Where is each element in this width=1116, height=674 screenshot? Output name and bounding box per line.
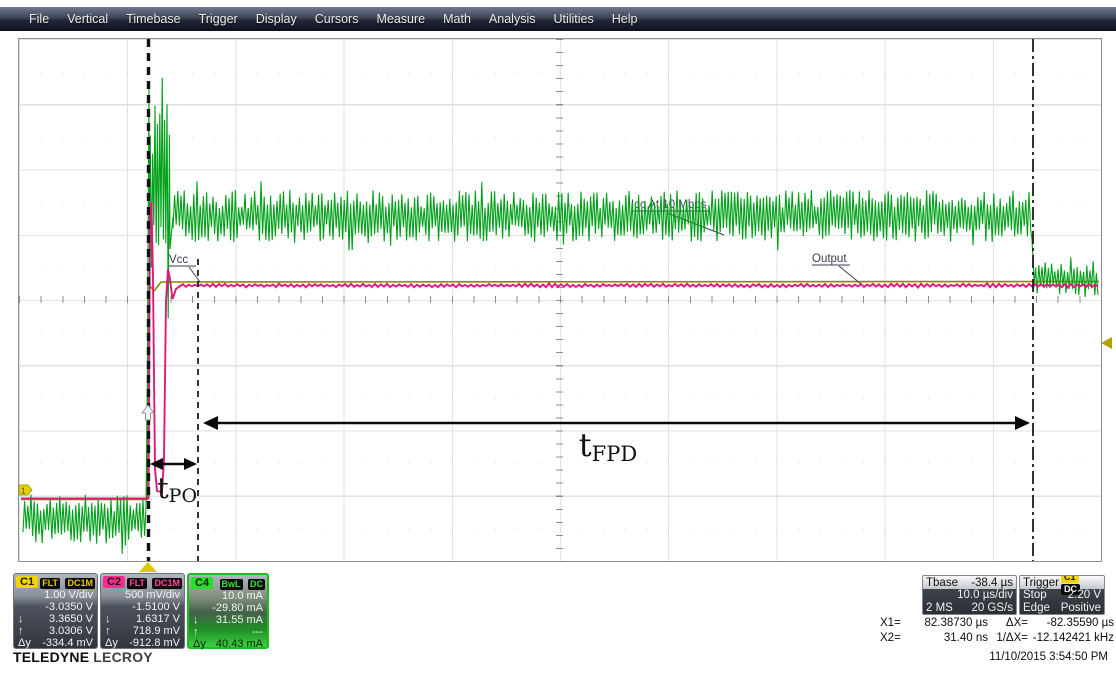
- dx-value: -82.35590 µs: [1028, 616, 1114, 631]
- channel-id-badge-c2: C2: [103, 576, 125, 588]
- x2-value: 31.40 ns: [912, 631, 988, 646]
- trigger-time-marker[interactable]: [139, 562, 157, 572]
- menu-analysis[interactable]: Analysis: [480, 12, 545, 26]
- trigger-level-marker[interactable]: [1101, 337, 1112, 349]
- tbase-scale: 10.0 µs/div: [957, 589, 1013, 602]
- menu-display[interactable]: Display: [247, 12, 306, 26]
- channel-id-badge-c4: C4: [191, 577, 213, 589]
- dx-label: ΔX=: [988, 616, 1028, 631]
- channel-descriptor-c4[interactable]: C4 BwL DC 10.0 mA -29.80 mA ↓31.55 mA ↑-…: [187, 573, 269, 649]
- coupling-badge-c2: DC1M: [152, 578, 182, 589]
- c4-delta-row: Δy40.43 mA: [191, 638, 265, 650]
- bandwidth-badge-c4: BwL: [220, 579, 243, 590]
- c2-max-row: ↓1.6317 V: [103, 613, 182, 625]
- c2-base-row: ↑718.9 mV: [103, 625, 182, 637]
- vcc-annotation-label: Vcc: [169, 254, 188, 266]
- menu-utilities[interactable]: Utilities: [544, 12, 602, 26]
- invdx-value: -12.142421 kHz: [1028, 631, 1114, 646]
- trace-output-c2: [21, 202, 1098, 499]
- channel-descriptor-c2[interactable]: C2 FLT DC1M 500 mV/div -1.5100 V ↓1.6317…: [100, 573, 185, 649]
- tpo-measurement-arrow: [150, 458, 197, 470]
- menu-vertical[interactable]: Vertical: [58, 12, 117, 26]
- trigger-descriptor[interactable]: Trigger C1 DC Stop 2.20 V Edge Positive: [1019, 575, 1105, 615]
- c4-max-row: ↓31.55 mA: [191, 614, 265, 626]
- coupling-badge-c4: DC: [248, 579, 265, 590]
- c4-base-row: ↑---: [191, 626, 265, 638]
- menu-cursors[interactable]: Cursors: [306, 12, 368, 26]
- invdx-label: 1/ΔX=: [988, 631, 1028, 646]
- x2-label: X2=: [880, 631, 912, 646]
- channel-descriptor-c1[interactable]: C1 FLT DC1M 1.00 V/div -3.0350 V ↓3.3650…: [13, 573, 98, 649]
- c2-delta-row: Δy-912.8 mV: [103, 637, 182, 649]
- menu-measure[interactable]: Measure: [367, 12, 434, 26]
- menu-file[interactable]: File: [20, 12, 58, 26]
- trace-vcc-c1: [21, 282, 1099, 500]
- c1-base-row: ↑3.0306 V: [16, 625, 95, 637]
- c4-scale-row: 10.0 mA: [191, 590, 265, 602]
- timestamp: 11/10/2015 3:54:50 PM: [900, 651, 1108, 663]
- c2-offset-row: -1.5100 V: [103, 601, 182, 613]
- trigger-kind: Edge: [1023, 602, 1050, 615]
- teledyne-lecroy-logo: TELEDYNELECROY: [13, 649, 153, 665]
- filter-badge-c1: FLT: [40, 578, 60, 589]
- menu-timebase[interactable]: Timebase: [117, 12, 189, 26]
- x1-value: 82.38730 µs: [912, 616, 988, 631]
- trigger-source-badge: C1: [1061, 575, 1079, 583]
- trigger-slope: Positive: [1061, 602, 1101, 615]
- coupling-badge-c1: DC1M: [65, 578, 95, 589]
- c1-delta-row: Δy-334.4 mV: [16, 637, 95, 649]
- tbase-samplerate: 20 GS/s: [971, 602, 1013, 615]
- trigger-title: Trigger: [1023, 577, 1059, 589]
- menu-math[interactable]: Math: [434, 12, 480, 26]
- trigger-level: 2.20 V: [1068, 589, 1101, 602]
- tbase-title: Tbase: [926, 577, 958, 589]
- waveform-canvas: Icc At 10 Mbps 1 Vcc: [19, 39, 1101, 561]
- cursor-readout: X1= 82.38730 µs ΔX= -82.35590 µs X2= 31.…: [880, 616, 1114, 646]
- c1-offset-row: -3.0350 V: [16, 601, 95, 613]
- output-annotation-label: Output: [812, 253, 847, 265]
- trace-icc-c4: [23, 78, 1098, 554]
- c4-offset-row: -29.80 mA: [191, 602, 265, 614]
- c1-scale-row: 1.00 V/div: [16, 589, 95, 601]
- oscilloscope-grid: Icc At 10 Mbps 1 Vcc: [18, 38, 1102, 562]
- c1-max-row: ↓3.3650 V: [16, 613, 95, 625]
- channel1-zero-marker[interactable]: 1: [19, 485, 32, 496]
- tbase-offset: -38.4 µs: [971, 577, 1013, 589]
- svg-text:1: 1: [21, 487, 26, 496]
- tbase-memory: 2 MS: [926, 602, 953, 615]
- timebase-descriptor[interactable]: Tbase -38.4 µs 10.0 µs/div 2 MS 20 GS/s: [922, 575, 1017, 615]
- x1-label: X1=: [880, 616, 912, 631]
- menu-help[interactable]: Help: [603, 12, 647, 26]
- tfpd-label: tFPD: [579, 426, 637, 466]
- tpo-label: tPO: [157, 471, 197, 507]
- channel-id-badge-c1: C1: [16, 576, 38, 588]
- trigger-mode: Stop: [1023, 589, 1047, 602]
- filter-badge-c2: FLT: [127, 578, 147, 589]
- menu-trigger[interactable]: Trigger: [190, 12, 247, 26]
- c2-scale-row: 500 mV/div: [103, 589, 182, 601]
- menu-bar: File Vertical Timebase Trigger Display C…: [0, 7, 1116, 31]
- trigger-arrow-icon: [142, 405, 154, 420]
- oscilloscope-application: File Vertical Timebase Trigger Display C…: [0, 0, 1116, 674]
- tfpd-measurement-arrow: [203, 416, 1030, 430]
